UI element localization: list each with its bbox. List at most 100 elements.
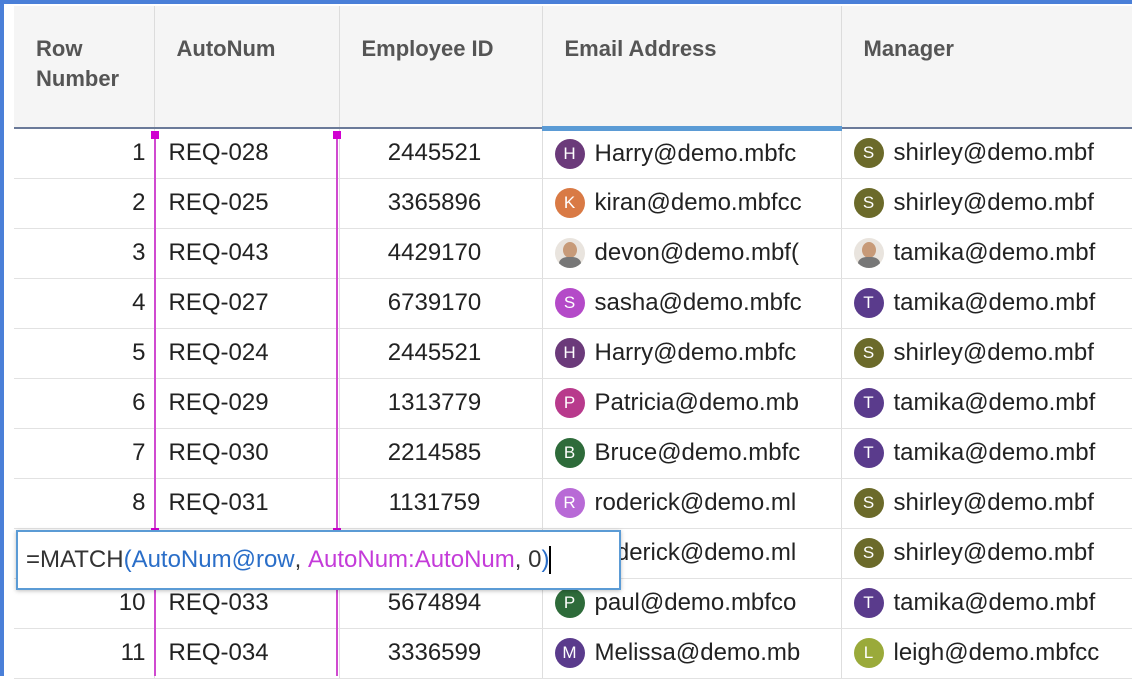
avatar: S — [853, 138, 884, 169]
manager-email-text: shirley@demo.mbf — [893, 339, 1094, 366]
avatar: S — [853, 188, 884, 218]
manager-cell[interactable]: Ttamika@demo.mbf — [841, 378, 1132, 429]
contact-chip: Ttamika@demo.mbf — [853, 388, 1132, 418]
table-row: 7 REQ-030 2214585 B Bruce@demo.mbfc Ttamika@d… — [14, 428, 1132, 479]
email-text: paul@demo.mbfco — [594, 589, 797, 616]
formula-arg-row-ref: AutoNum@row — [131, 546, 295, 573]
formula-open-paren: ( — [123, 546, 132, 573]
employee-id-cell[interactable]: 3365896 — [339, 178, 543, 229]
manager-cell[interactable]: tamika@demo.mbf — [841, 228, 1132, 279]
manager-email-text: tamika@demo.mbf — [893, 439, 1096, 466]
manager-cell[interactable]: Sshirley@demo.mbf — [841, 328, 1132, 379]
email-text: devon@demo.mbf( — [594, 239, 799, 266]
email-address-cell[interactable]: M Melissa@demo.mb — [542, 628, 842, 679]
column-header-email-address[interactable]: Email Address — [542, 6, 842, 131]
employee-id-cell[interactable]: 2445521 — [339, 128, 543, 179]
avatar: M — [554, 638, 585, 668]
email-text: Harry@demo.mbfc — [594, 339, 797, 366]
table-row: 11 REQ-034 3336599 M Melissa@demo.mb Lleigh@d… — [14, 628, 1132, 679]
autonum-cell[interactable]: REQ-034 — [154, 628, 340, 679]
formula-editor[interactable]: =MATCH(AutoNum@row, AutoNum:AutoNum, 0) — [16, 530, 621, 590]
employee-id-cell[interactable]: 2445521 — [339, 328, 543, 379]
email-address-cell[interactable]: Ssasha@demo.mbfc — [542, 278, 842, 329]
autonum-cell[interactable]: REQ-031 — [154, 478, 340, 529]
manager-email-text: shirley@demo.mbf — [893, 189, 1094, 216]
row-number-cell[interactable]: 7 — [14, 428, 155, 479]
autonum-cell[interactable]: REQ-030 — [154, 428, 340, 479]
manager-cell[interactable]: Sshirley@demo.mbf — [841, 178, 1132, 229]
formula-function: =MATCH — [26, 546, 124, 573]
employee-id-cell[interactable]: 6739170 — [339, 278, 543, 329]
column-header-manager[interactable]: Manager — [841, 6, 1132, 129]
email-address-cell[interactable]: Rroderick@demo.ml — [542, 478, 842, 529]
manager-cell[interactable]: Sshirley@demo.mbf — [841, 528, 1132, 579]
autonum-cell[interactable]: REQ-024 — [154, 328, 340, 379]
table-row: 5 REQ-024 2445521 H Harry@demo.mbfc Sshirley@… — [14, 328, 1132, 379]
contact-chip: Rroderick@demo.ml — [554, 488, 841, 518]
autonum-cell[interactable]: REQ-043 — [154, 228, 340, 279]
formula-separator: , — [514, 546, 529, 573]
autonum-cell[interactable]: REQ-025 — [154, 178, 340, 229]
avatar: T — [853, 288, 884, 318]
column-header-employee-id[interactable]: Employee ID — [339, 6, 543, 129]
email-text: Bruce@demo.mbfc — [594, 439, 801, 466]
manager-cell[interactable]: Sshirley@demo.mbf — [841, 478, 1132, 529]
email-address-cell[interactable]: devon@demo.mbf( — [542, 228, 842, 279]
avatar-photo — [853, 238, 884, 268]
contact-chip: M Melissa@demo.mb — [554, 638, 841, 668]
manager-email-text: leigh@demo.mbfcc — [893, 639, 1100, 666]
employee-id-cell[interactable]: 4429170 — [339, 228, 543, 279]
row-number-cell[interactable]: 3 — [14, 228, 155, 279]
email-address-cell[interactable]: Kkiran@demo.mbfcc — [542, 178, 842, 229]
contact-chip: B Bruce@demo.mbfc — [554, 438, 841, 468]
formula-arg-range-ref: AutoNum:AutoNum — [307, 546, 515, 573]
avatar: H — [554, 338, 585, 368]
row-number-cell[interactable]: 4 — [14, 278, 155, 329]
email-address-cell[interactable]: B Bruce@demo.mbfc — [542, 428, 842, 479]
manager-cell[interactable]: Lleigh@demo.mbfcc — [841, 628, 1132, 679]
avatar: B — [554, 438, 585, 468]
row-number-cell[interactable]: 5 — [14, 328, 155, 379]
avatar: H — [554, 139, 585, 169]
autonum-cell[interactable]: REQ-029 — [154, 378, 340, 429]
table-body: 1 REQ-028 2445521 H Harry@demo.mbfc Sshirley@… — [14, 128, 1132, 679]
row-number-cell[interactable]: 1 — [14, 128, 155, 179]
contact-chip: Ttamika@demo.mbf — [853, 588, 1132, 618]
column-header-row-number[interactable]: Row Number — [14, 6, 155, 129]
manager-cell[interactable]: Ttamika@demo.mbf — [841, 278, 1132, 329]
employee-id-cell[interactable]: 1313779 — [339, 378, 543, 429]
avatar: T — [853, 438, 884, 468]
manager-cell[interactable]: Sshirley@demo.mbf — [841, 128, 1132, 179]
column-header-autonum[interactable]: AutoNum — [154, 6, 340, 129]
contact-chip: devon@demo.mbf( — [554, 238, 841, 268]
email-text: roderick@demo.ml — [594, 539, 797, 566]
row-number-cell[interactable]: 11 — [14, 628, 155, 679]
avatar: P — [554, 388, 585, 418]
autonum-cell[interactable]: REQ-027 — [154, 278, 340, 329]
manager-email-text: tamika@demo.mbf — [893, 239, 1096, 266]
employee-id-cell[interactable]: 2214585 — [339, 428, 543, 479]
avatar: S — [853, 538, 884, 568]
row-number-cell[interactable]: 8 — [14, 478, 155, 529]
email-address-cell[interactable]: P Patricia@demo.mb — [542, 378, 842, 429]
avatar: S — [554, 288, 585, 318]
employee-id-cell[interactable]: 1131759 — [339, 478, 543, 529]
manager-cell[interactable]: Ttamika@demo.mbf — [841, 428, 1132, 479]
email-address-cell[interactable]: H Harry@demo.mbfc — [542, 328, 842, 379]
text-caret — [549, 546, 552, 574]
row-number-cell[interactable]: 6 — [14, 378, 155, 429]
manager-cell[interactable]: Ttamika@demo.mbf — [841, 578, 1132, 629]
row-number-cell[interactable]: 2 — [14, 178, 155, 229]
contact-chip: Sshirley@demo.mbf — [853, 338, 1132, 368]
email-address-cell[interactable]: H Harry@demo.mbfc — [542, 128, 842, 179]
contact-chip: Lleigh@demo.mbfcc — [853, 638, 1132, 668]
avatar-photo — [554, 238, 585, 268]
contact-chip: Sshirley@demo.mbf — [853, 538, 1132, 568]
employee-id-cell[interactable]: 3336599 — [339, 628, 543, 679]
email-text: roderick@demo.ml — [594, 489, 797, 516]
contact-chip: Ttamika@demo.mbf — [853, 288, 1132, 318]
table-row: 6 REQ-029 1313779 P Patricia@demo.mb Ttamika@… — [14, 378, 1132, 429]
avatar: T — [853, 588, 884, 618]
autonum-cell[interactable]: REQ-028 — [154, 128, 340, 179]
manager-email-text: shirley@demo.mbf — [893, 139, 1094, 167]
